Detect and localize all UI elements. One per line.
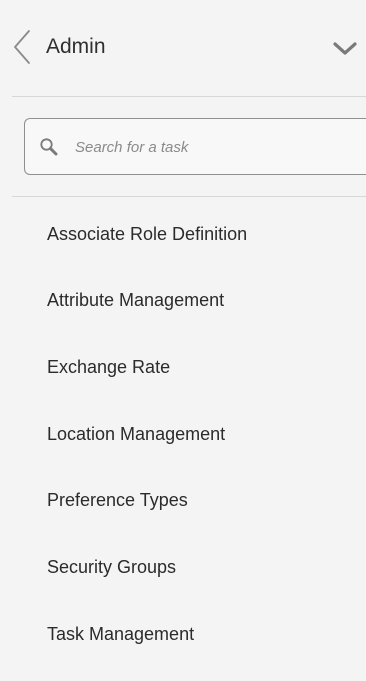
task-label: Location Management <box>47 424 226 444</box>
task-label: Attribute Management <box>47 290 225 310</box>
task-label: Exchange Rate <box>47 357 171 377</box>
task-item-task-management[interactable]: Task Management <box>0 604 366 664</box>
task-search <box>24 118 366 175</box>
task-item-exchange-rate[interactable]: Exchange Rate <box>0 337 366 397</box>
search-box[interactable] <box>24 118 366 175</box>
task-item-preference-types[interactable]: Preference Types <box>0 470 366 530</box>
admin-task-panel: Admin Associate Role Definition Attribut… <box>0 0 366 681</box>
task-item-security-groups[interactable]: Security Groups <box>0 537 366 597</box>
task-label: Preference Types <box>47 490 188 510</box>
header-divider <box>12 96 366 97</box>
task-item-location-management[interactable]: Location Management <box>0 404 366 464</box>
task-label: Security Groups <box>47 557 177 577</box>
panel-header: Admin <box>0 0 366 96</box>
task-item-attribute-management[interactable]: Attribute Management <box>0 270 366 330</box>
page-title: Admin <box>46 35 106 58</box>
task-item-associate-role-definition[interactable]: Associate Role Definition <box>0 204 366 264</box>
search-divider <box>12 196 366 197</box>
task-label: Task Management <box>47 624 195 644</box>
back-button[interactable]: Admin <box>12 24 122 70</box>
chevron-down-icon[interactable] <box>331 38 359 58</box>
search-icon <box>39 137 59 157</box>
task-label: Associate Role Definition <box>47 224 248 244</box>
chevron-left-icon <box>12 28 32 66</box>
task-list: Associate Role Definition Attribute Mana… <box>0 201 366 681</box>
search-input[interactable] <box>75 134 355 160</box>
